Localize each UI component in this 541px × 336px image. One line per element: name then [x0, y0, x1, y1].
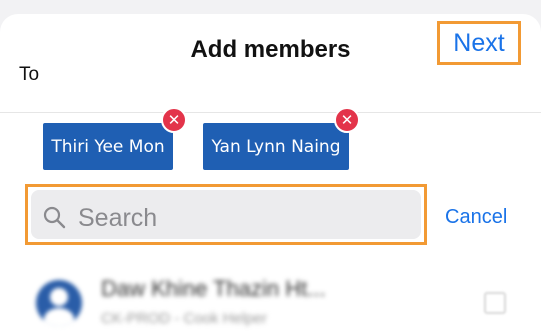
- cancel-button[interactable]: Cancel: [445, 206, 507, 229]
- remove-member-icon[interactable]: ✕: [161, 107, 187, 133]
- list-item[interactable]: Daw Khine Thazin Ht... CK-PROD - Cook He…: [0, 262, 541, 336]
- contact-name: Daw Khine Thazin Ht...: [101, 276, 326, 301]
- divider: [0, 112, 541, 113]
- search-icon: [43, 206, 66, 229]
- member-chip-thiri-yee-mon[interactable]: Thiri Yee Mon: [43, 123, 173, 170]
- remove-member-icon[interactable]: ✕: [334, 107, 360, 133]
- next-button[interactable]: Next: [437, 21, 521, 65]
- search-placeholder: Search: [78, 204, 158, 232]
- member-chip-label: Thiri Yee Mon: [51, 136, 165, 157]
- to-label: To: [19, 64, 40, 85]
- search-field-highlight: Search: [25, 184, 427, 245]
- search-input[interactable]: Search: [31, 190, 421, 239]
- contact-subtitle: CK-PROD - Cook Helper: [101, 310, 267, 327]
- avatar: [36, 280, 82, 326]
- select-checkbox[interactable]: [484, 292, 506, 314]
- member-chip-label: Yan Lynn Naing: [211, 136, 341, 157]
- member-chip-yan-lynn-naing[interactable]: Yan Lynn Naing: [203, 123, 349, 170]
